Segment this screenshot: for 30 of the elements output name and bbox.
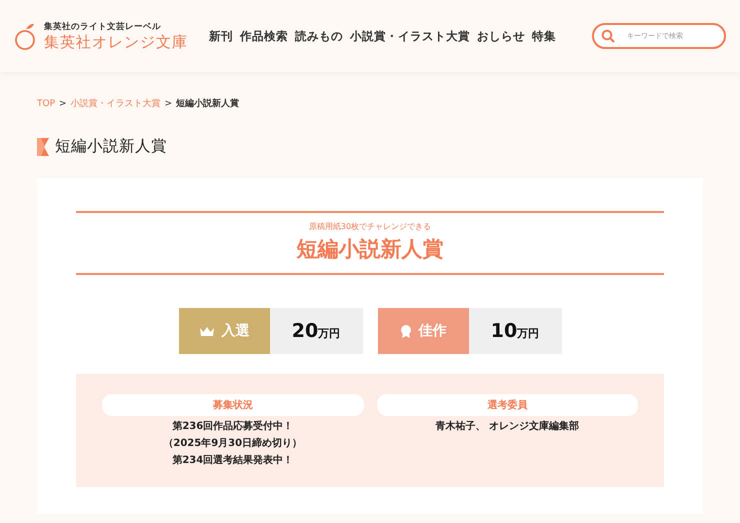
info-text: （2025年9月30日締め切り） [163,436,302,450]
section-heading: 選考委員 [376,394,638,416]
nav-link[interactable]: 作品検索 [240,28,288,44]
prize-amount: 20 [292,320,318,342]
nav-link[interactable]: おしらせ [477,28,525,44]
nav-link[interactable]: 小説賞・イラスト大賞 [350,28,470,44]
award-title: 短編小説新人賞 [296,236,444,263]
prize-label: 入選 [178,308,270,354]
info-text: 第236回作品応募受付中！ [172,419,294,433]
page-title: 短編小説新人賞 [55,136,167,157]
crown-icon [198,326,214,336]
heading-marker-icon [37,138,49,156]
breadcrumb-separator: > [164,98,172,108]
search-icon [601,29,615,43]
section-heading: 募集状況 [102,394,364,416]
info-text: 第234回選考結果発表中！ [172,454,294,467]
prize-unit: 万円 [318,326,340,340]
medal-icon [400,324,412,338]
prize-unit: 万円 [517,326,540,340]
breadcrumb-separator: > [59,98,67,108]
nav-link[interactable]: 読みもの [295,28,343,44]
tagline: 集英社のライト文芸レーベル [44,20,162,32]
nav-link[interactable]: 新刊 [209,28,233,44]
nav-link[interactable]: 特集 [532,28,556,44]
info-text: 青木祐子、 オレンジ文庫編集部 [436,419,579,433]
breadcrumb-current: 短編小説新人賞 [176,97,240,110]
prize-amount: 10 [490,320,518,342]
fruit-logo-icon [14,21,38,51]
prize-label: 佳作 [378,308,468,354]
award-subtitle: 原稿用紙30枚でチャレンジできる [308,221,432,232]
